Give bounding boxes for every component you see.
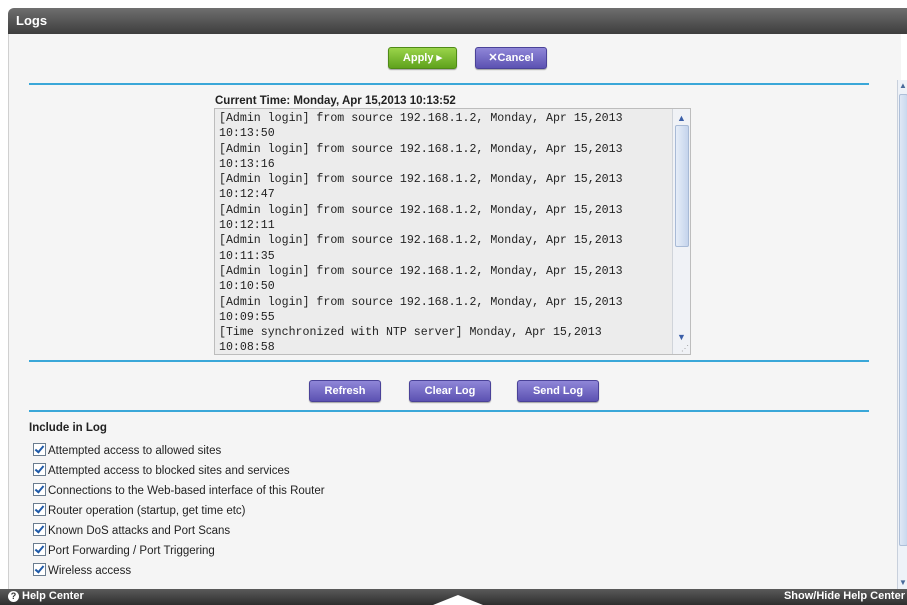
checkbox-allowed-sites[interactable] xyxy=(33,443,46,456)
page-scroll-thumb[interactable] xyxy=(899,94,907,546)
divider-top xyxy=(29,83,869,85)
option-label: Port Forwarding / Port Triggering xyxy=(48,545,215,557)
help-bar: ? Help Center Show/Hide Help Center xyxy=(0,589,907,605)
checkbox-port-forwarding[interactable] xyxy=(33,543,46,556)
option-web-connections[interactable]: Connections to the Web-based interface o… xyxy=(33,483,325,499)
log-scroll-thumb[interactable] xyxy=(675,125,689,247)
divider-bottom xyxy=(29,410,869,412)
option-label: Attempted access to allowed sites xyxy=(48,445,222,457)
option-router-operation[interactable]: Router operation (startup, get time etc) xyxy=(33,503,246,519)
logs-window: Logs Apply ▸ ✕Cancel Current Time: Monda… xyxy=(0,0,907,605)
option-allowed-sites[interactable]: Attempted access to allowed sites xyxy=(33,443,221,459)
option-label: Connections to the Web-based interface o… xyxy=(48,485,325,497)
option-label: Known DoS attacks and Port Scans xyxy=(48,525,231,537)
scroll-down-icon[interactable]: ▼ xyxy=(673,330,690,344)
show-hide-help-link[interactable]: Show/Hide Help Center xyxy=(784,590,905,602)
cancel-button[interactable]: ✕Cancel xyxy=(475,47,547,69)
refresh-button[interactable]: Refresh xyxy=(309,380,381,402)
resize-grip-icon[interactable]: ⋰ xyxy=(681,344,689,353)
send-log-button[interactable]: Send Log xyxy=(517,380,599,402)
expand-arrow-icon[interactable] xyxy=(433,595,483,605)
help-icon: ? xyxy=(8,591,19,602)
main-content: Apply ▸ ✕Cancel Current Time: Monday, Ap… xyxy=(8,34,901,589)
checkbox-router-operation[interactable] xyxy=(33,503,46,516)
divider-middle xyxy=(29,360,869,362)
checkbox-wireless-access[interactable] xyxy=(33,563,46,576)
page-scroll-up-icon[interactable]: ▲ xyxy=(898,80,907,92)
include-in-log-heading: Include in Log xyxy=(29,422,107,434)
page-scroll-down-icon[interactable]: ▼ xyxy=(898,577,907,589)
checkbox-dos-attacks[interactable] xyxy=(33,523,46,536)
apply-button[interactable]: Apply ▸ xyxy=(388,47,457,69)
checkbox-web-connections[interactable] xyxy=(33,483,46,496)
page-scrollbar[interactable]: ▲ ▼ xyxy=(897,80,907,589)
option-label: Router operation (startup, get time etc) xyxy=(48,505,246,517)
help-center-label: Help Center xyxy=(22,590,84,602)
log-scrollbar[interactable]: ▲ ▼ ⋰ xyxy=(672,109,690,354)
option-blocked-sites[interactable]: Attempted access to blocked sites and se… xyxy=(33,463,290,479)
clear-log-button[interactable]: Clear Log xyxy=(409,380,491,402)
current-time: Current Time: Monday, Apr 15,2013 10:13:… xyxy=(215,95,456,107)
help-center-link[interactable]: ? Help Center xyxy=(8,590,84,602)
option-label: Attempted access to blocked sites and se… xyxy=(48,465,290,477)
option-port-forwarding[interactable]: Port Forwarding / Port Triggering xyxy=(33,543,215,559)
option-label: Wireless access xyxy=(48,565,132,577)
option-wireless-access[interactable]: Wireless access xyxy=(33,563,131,579)
option-dos-attacks[interactable]: Known DoS attacks and Port Scans xyxy=(33,523,230,539)
log-entries: [Admin login] from source 192.168.1.2, M… xyxy=(219,112,623,355)
scroll-up-icon[interactable]: ▲ xyxy=(673,111,690,125)
title-bar: Logs xyxy=(8,8,907,34)
checkbox-blocked-sites[interactable] xyxy=(33,463,46,476)
page-title: Logs xyxy=(16,13,48,28)
log-textarea[interactable]: [Admin login] from source 192.168.1.2, M… xyxy=(214,108,691,355)
